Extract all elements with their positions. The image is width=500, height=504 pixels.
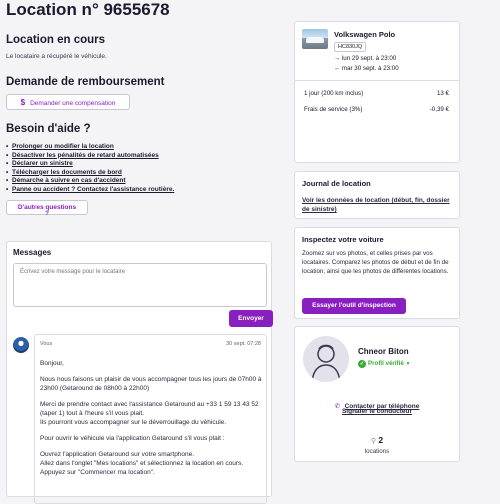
chevron-down-icon[interactable]: ▼ [406, 361, 411, 367]
status-text: Le locataire a récupéré le véhicule. [6, 53, 107, 60]
help-link-download-docs[interactable]: Télécharger les documents de bord [6, 169, 272, 178]
renter-avatar [303, 336, 349, 382]
message-bubble: Vous 30 sept. 07:28 Bonjour, Nous nous f… [34, 334, 267, 504]
message-input[interactable] [13, 263, 267, 307]
arrow-left-icon: ← [334, 65, 342, 72]
message-body: Bonjour, Nous nous faisons un plaisir de… [40, 359, 262, 484]
car-plate: HC830JQ [334, 42, 367, 52]
car-thumbnail [302, 29, 328, 49]
messages-heading: Messages [13, 248, 52, 257]
help-link-breakdown[interactable]: Panne ou accident ? Contactez l'assistan… [6, 186, 272, 195]
rentals-count: ⚲ 2 [370, 435, 384, 445]
person-icon [311, 344, 341, 382]
check-icon: ✓ [358, 360, 366, 368]
request-compensation-label: Demander une compensation [30, 100, 116, 107]
car-name: Volkswagen Polo [334, 30, 396, 39]
message-author: Vous [40, 341, 53, 347]
renter-card: Chneor Biton ✓ Profil vérifié ▼ ✆ Contact… [294, 326, 460, 462]
rental-end: ← mar 30 sept. à 23:00 [334, 65, 399, 72]
rentals-label: locations [364, 448, 390, 455]
message-paragraph: Ouvrez l'application Getaround sur votre… [40, 451, 244, 476]
renter-name: Chneor Biton [358, 347, 409, 356]
status-heading: Location en cours [6, 34, 106, 46]
inspect-heading: Inspectez votre voiture [302, 235, 384, 244]
help-link-declare-claim[interactable]: Déclarer un sinistre [6, 160, 272, 169]
more-questions-button[interactable]: D'autres questions ? [6, 199, 88, 216]
inspect-card: Inspectez votre voiture Zoomez sur vos p… [294, 227, 460, 319]
message-date: 30 sept. 07:28 [226, 341, 261, 347]
help-links: Prolonger ou modifier la location Désact… [6, 143, 272, 195]
messages-panel: Messages Envoyer Vous 30 sept. 07:28 Bon… [6, 241, 273, 504]
message-paragraph: Bonjour, [40, 360, 64, 367]
help-link-extend[interactable]: Prolonger ou modifier la location [6, 143, 272, 152]
help-link-disable-penalties[interactable]: Désactiver les pénalités de retard autom… [6, 152, 272, 161]
message-paragraph: Pour ouvrir le véhicule via l'applicatio… [40, 435, 225, 442]
help-link-accident[interactable]: Démarche à suivre en cas d'accident [6, 177, 272, 186]
journal-card: Journal de location Voir les données de … [294, 171, 460, 219]
journal-heading: Journal de location [302, 179, 371, 188]
inspect-text: Zoomez sur vos photos, et celles prises … [302, 250, 449, 275]
price-row: 1 jour (200 km inclus) 13 € [304, 90, 449, 97]
refund-heading: Demande de remboursement [6, 76, 165, 88]
request-compensation-button[interactable]: $ Demander une compensation [6, 94, 130, 110]
avatar [13, 337, 29, 353]
report-driver-link[interactable]: Signaler le conducteur [295, 408, 459, 415]
inspection-tool-button[interactable]: Essayer l'outil d'inspection [302, 298, 406, 314]
message-paragraph: Merci de prendre contact avec l'assistan… [40, 401, 259, 426]
page-title: Location n° 9655678 [6, 0, 170, 19]
price-row: Frais de service (3%) -0,39 € [304, 106, 449, 113]
left-column: Location en cours Le locataire a récupér… [6, 28, 272, 220]
dollar-icon: $ [20, 98, 26, 107]
car-card: Volkswagen Polo HC830JQ → lun 29 sept. à… [294, 21, 460, 163]
message-item: Vous 30 sept. 07:28 Bonjour, Nous nous f… [13, 334, 267, 504]
card-divider [295, 80, 459, 81]
key-icon: ⚲ [370, 438, 377, 445]
help-heading: Besoin d'aide ? [6, 123, 91, 135]
arrow-right-icon: → [334, 55, 342, 62]
verified-badge: ✓ Profil vérifié ▼ [358, 360, 411, 368]
message-paragraph: Nous nous faisons un plaisir de vous acc… [40, 376, 262, 392]
rental-start: → lun 29 sept. à 23:00 [334, 55, 397, 62]
send-button[interactable]: Envoyer [229, 310, 273, 327]
journal-link[interactable]: Voir les données de location (début, fin… [302, 196, 452, 214]
